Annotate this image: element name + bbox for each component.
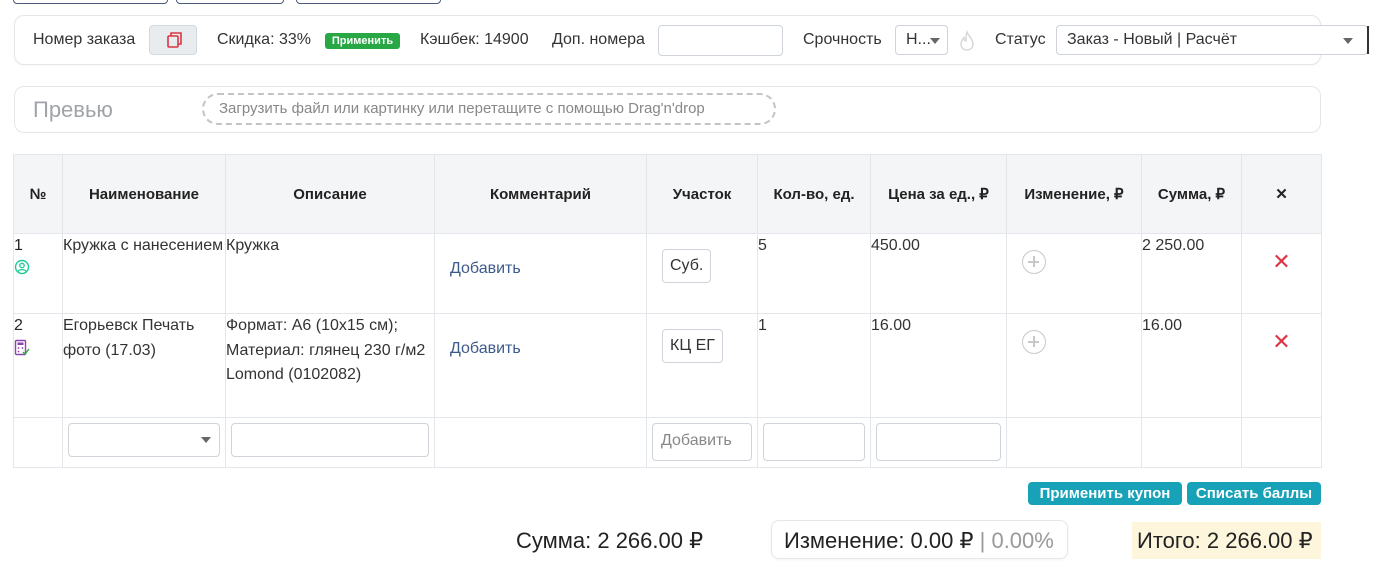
sum-total: Сумма: 2 266.00 ₽ <box>516 528 704 553</box>
chevron-down-icon <box>201 437 211 443</box>
change-separator: | <box>979 528 986 553</box>
col-header-sum: Сумма, ₽ <box>1141 154 1242 234</box>
discount-label: Скидка: 33% <box>217 31 311 48</box>
col-header-comment: Комментарий <box>434 154 647 234</box>
add-change-icon[interactable] <box>1022 330 1046 354</box>
file-dropzone[interactable]: Загрузить файл или картинку или перетащи… <box>202 93 776 125</box>
table-row: 2 Егорьевск Печать фото (17.03) Формат: … <box>13 313 1322 418</box>
item-price[interactable]: 450.00 <box>870 233 1007 314</box>
change-cell <box>1006 233 1142 314</box>
delete-row-icon[interactable]: ✕ <box>1272 331 1290 353</box>
new-item-qty-input[interactable] <box>763 423 865 461</box>
col-header-name: Наименование <box>62 154 226 234</box>
chevron-down-icon <box>930 38 940 44</box>
urgency-label: Срочность <box>803 31 882 48</box>
calculator-check-icon[interactable] <box>14 339 30 357</box>
item-name: Кружка с нанесением <box>62 233 226 314</box>
grand-total: Итого: 2 266.00 ₽ <box>1137 528 1313 553</box>
status-label: Статус <box>995 31 1046 48</box>
preview-title: Превью <box>33 97 113 122</box>
delete-all-icon[interactable]: ✕ <box>1241 154 1322 234</box>
order-number-label: Номер заказа <box>33 31 136 48</box>
section-cell: Суб. <box>646 233 758 314</box>
copy-order-number-button[interactable] <box>149 25 197 55</box>
top-button-1[interactable] <box>13 0 168 4</box>
col-header-change: Изменение, ₽ <box>1006 154 1142 234</box>
new-row-change-cell <box>1006 417 1142 468</box>
top-button-2[interactable] <box>176 0 284 4</box>
new-item-section-button[interactable]: Добавить <box>652 423 752 461</box>
add-comment-link[interactable]: Добавить <box>435 314 646 358</box>
item-qty[interactable]: 5 <box>757 233 871 314</box>
add-comment-link[interactable]: Добавить <box>435 234 646 278</box>
new-item-name-select[interactable] <box>68 423 220 457</box>
delete-cell: ✕ <box>1241 313 1322 418</box>
user-circle-icon[interactable] <box>14 259 30 275</box>
item-name: Егорьевск Печать фото (17.03) <box>62 313 226 418</box>
new-item-price-input[interactable] <box>876 423 1001 461</box>
change-total-amount: Изменение: 0.00 ₽ <box>784 528 974 553</box>
item-sum: 16.00 <box>1141 313 1242 418</box>
col-header-description: Описание <box>225 154 435 234</box>
order-items-table: № Наименование Описание Комментарий Учас… <box>13 154 1322 468</box>
new-row-num-cell <box>13 417 63 468</box>
section-button[interactable]: КЦ ЕГ <box>662 329 723 363</box>
delete-row-icon[interactable]: ✕ <box>1272 251 1290 273</box>
col-header-section: Участок <box>646 154 758 234</box>
apply-discount-button[interactable]: Применить <box>325 33 400 49</box>
write-off-points-button[interactable]: Списать баллы <box>1187 482 1321 505</box>
extra-numbers-input[interactable] <box>658 25 783 56</box>
change-percent: 0.00% <box>991 528 1054 553</box>
row-num-cell: 2 <box>13 313 63 418</box>
item-description: Кружка <box>225 233 435 314</box>
col-header-qty: Кол-во, ед. <box>757 154 871 234</box>
section-cell: КЦ ЕГ <box>646 313 758 418</box>
row-num: 1 <box>14 237 23 254</box>
change-cell <box>1006 313 1142 418</box>
section-button[interactable]: Суб. <box>662 249 712 283</box>
comment-cell: Добавить <box>434 313 647 418</box>
col-header-num: № <box>13 154 63 234</box>
new-item-description-input[interactable] <box>231 423 429 457</box>
new-row-comment-cell <box>434 417 647 468</box>
status-select[interactable]: Заказ - Новый | Расчёт <box>1056 25 1369 55</box>
urgency-value: Н... <box>906 31 931 48</box>
new-row-delete-cell <box>1241 417 1322 468</box>
delete-cell: ✕ <box>1241 233 1322 314</box>
comment-cell: Добавить <box>434 233 647 314</box>
fire-icon[interactable] <box>957 30 977 52</box>
table-row: 1 Кружка с нанесением Кружка Добавить Су… <box>13 233 1322 314</box>
copy-icon <box>167 32 182 48</box>
row-num-cell: 1 <box>13 233 63 314</box>
col-header-price: Цена за ед., ₽ <box>870 154 1007 234</box>
add-change-icon[interactable] <box>1022 250 1046 274</box>
apply-coupon-button[interactable]: Применить купон <box>1028 482 1182 505</box>
new-row-sum-cell <box>1141 417 1242 468</box>
chevron-down-icon <box>1343 38 1353 44</box>
extra-numbers-label: Доп. номера <box>552 31 645 48</box>
item-description: Формат: А6 (10х15 см); Материал: глянец … <box>225 313 435 418</box>
table-header-row: № Наименование Описание Комментарий Учас… <box>13 154 1322 234</box>
change-total: Изменение: 0.00 ₽ | 0.00% <box>784 528 1054 554</box>
status-divider <box>1367 26 1369 54</box>
item-price[interactable]: 16.00 <box>870 313 1007 418</box>
row-num: 2 <box>14 317 23 334</box>
urgency-select[interactable]: Н... <box>895 25 948 55</box>
cashback-label: Кэшбек: 14900 <box>420 31 529 48</box>
item-qty[interactable]: 1 <box>757 313 871 418</box>
status-value: Заказ - Новый | Расчёт <box>1067 31 1238 48</box>
item-sum: 2 250.00 <box>1141 233 1242 314</box>
top-button-3[interactable] <box>296 0 441 4</box>
